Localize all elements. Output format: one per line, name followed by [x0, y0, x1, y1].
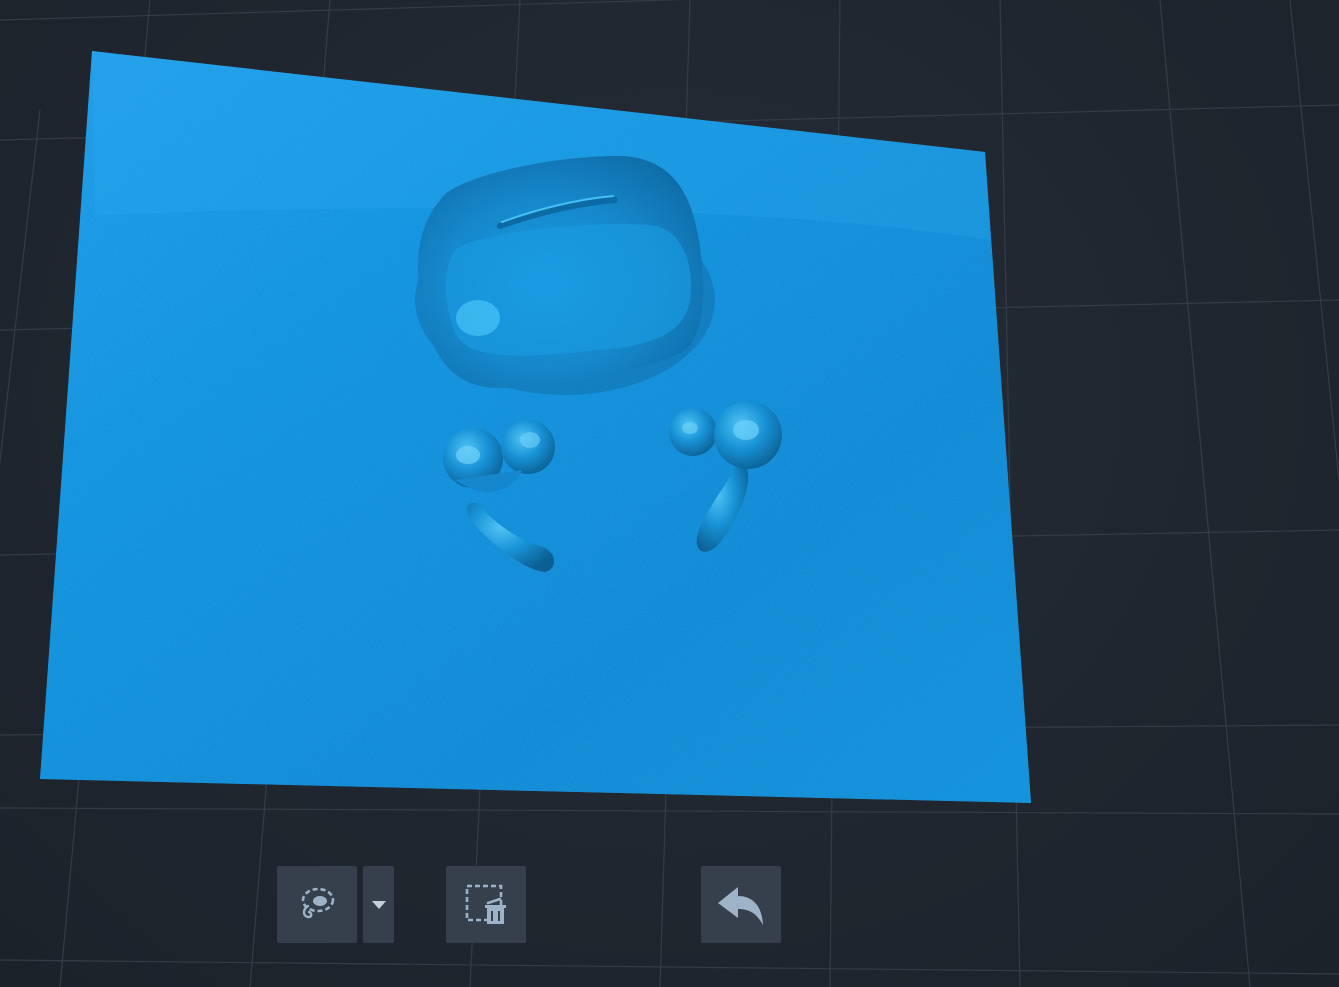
undo-icon [718, 886, 763, 925]
scan-mesh[interactable] [0, 0, 1339, 987]
lasso-icon [301, 887, 335, 918]
3d-viewport[interactable] [0, 0, 1339, 987]
select-mode-dropdown-button[interactable] [363, 866, 394, 943]
delete-selection-icon [465, 884, 506, 924]
lasso-select-button[interactable] [277, 866, 357, 943]
undo-button[interactable] [701, 866, 781, 943]
caret-down-icon [371, 900, 386, 909]
delete-selection-button[interactable] [446, 866, 526, 943]
earbuds-case[interactable] [415, 155, 715, 395]
